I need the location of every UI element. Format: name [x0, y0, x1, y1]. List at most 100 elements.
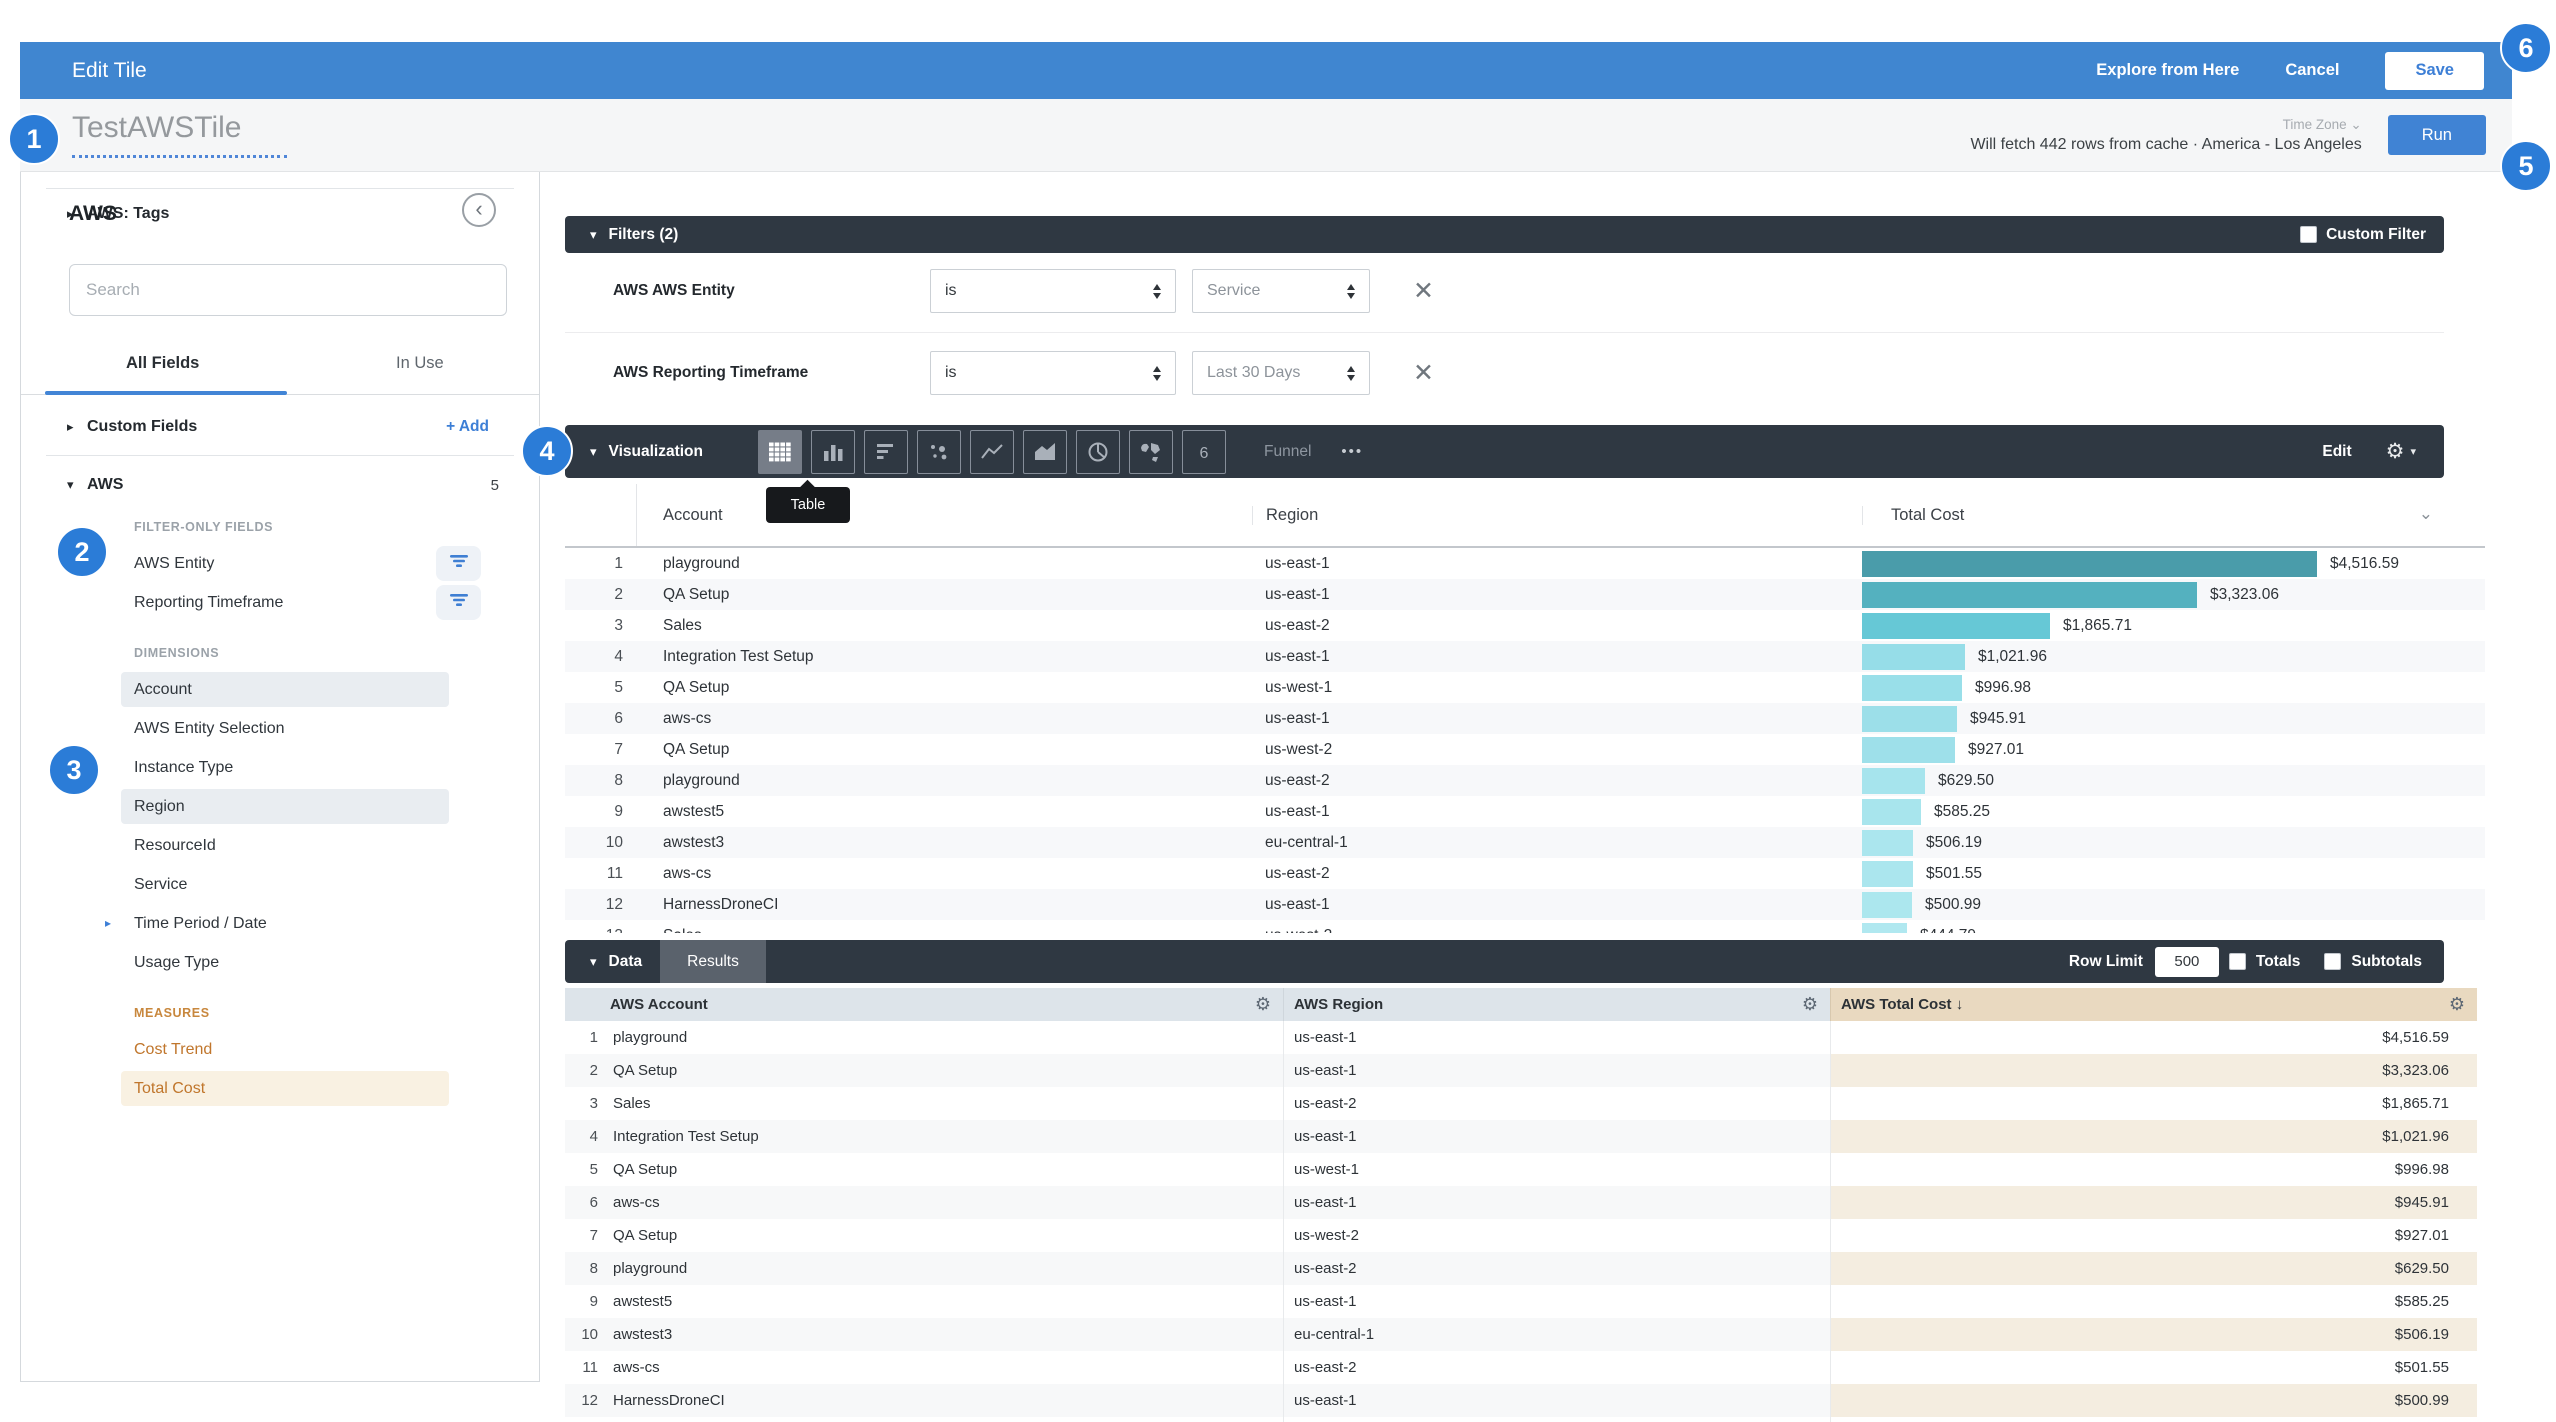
aws-group-row[interactable]: ▾ AWS 5 [21, 464, 539, 506]
table-row[interactable]: 13Salesus-west-2$444.79 [565, 1417, 2477, 1422]
custom-filter-checkbox[interactable] [2300, 226, 2317, 243]
visualization-section-bar[interactable]: ▾ Visualization 6 Funnel ••• Edit ⚙▾ [565, 425, 2444, 478]
viz-settings-button[interactable]: ⚙▾ [2386, 439, 2416, 464]
filter-value-select[interactable]: Last 30 Days [1192, 351, 1370, 395]
viz-type-scatter-plot-icon[interactable] [917, 430, 961, 474]
sidebar-item-aws-entity-selection[interactable]: AWS Entity Selection [21, 709, 539, 748]
viz-type-map-icon[interactable] [1129, 430, 1173, 474]
sidebar-item-time-period-date[interactable]: ▸Time Period / Date [21, 904, 539, 943]
cancel-button[interactable]: Cancel [2285, 61, 2339, 80]
more-viz-types-button[interactable]: ••• [1341, 443, 1363, 460]
table-row[interactable]: 12HarnessDroneCIus-east-1$500.99 [565, 1384, 2477, 1417]
explore-from-here-button[interactable]: Explore from Here [2096, 61, 2239, 80]
data-header-aws-total-cost[interactable]: AWS Total Cost ↓ ⚙ [1830, 988, 2477, 1021]
filter-operator-select[interactable]: is [930, 269, 1176, 313]
viz-type-single-value-icon[interactable]: 6 [1182, 430, 1226, 474]
tab-in-use[interactable]: In Use [396, 354, 444, 373]
cell-total-cost: $4,516.59 [1862, 548, 2485, 579]
collapse-sidebar-button[interactable]: ‹ [462, 193, 496, 227]
viz-type-area-chart-icon[interactable] [1023, 430, 1067, 474]
results-tab[interactable]: Results [660, 940, 766, 983]
filter-operator-select[interactable]: is [930, 351, 1176, 395]
total-cost-value: $506.19 [1926, 834, 1982, 852]
table-row[interactable]: 9awstest5us-east-1$585.25 [565, 796, 2485, 827]
viz-type-column-chart-icon[interactable] [811, 430, 855, 474]
table-row[interactable]: 11aws-csus-east-2$501.55 [565, 858, 2485, 889]
timezone-dropdown[interactable]: Time Zone ⌄ [1970, 117, 2361, 133]
table-row[interactable]: 2QA Setupus-east-1$3,323.06 [565, 579, 2485, 610]
row-number: 1 [565, 1029, 605, 1046]
viz-header-total-cost[interactable]: Total Cost [1862, 506, 2485, 525]
table-row[interactable]: 5QA Setupus-west-1$996.98 [565, 672, 2485, 703]
table-row[interactable]: 5QA Setupus-west-1$996.98 [565, 1153, 2477, 1186]
table-row[interactable]: 4Integration Test Setupus-east-1$1,021.9… [565, 641, 2485, 672]
filter-value-select[interactable]: Service [1192, 269, 1370, 313]
sidebar-item-account[interactable]: Account [21, 670, 539, 709]
row-number: 11 [565, 865, 637, 883]
viz-header-region[interactable]: Region [1252, 506, 1862, 525]
remove-filter-button[interactable]: ✕ [1413, 269, 1434, 313]
row-number: 3 [565, 617, 637, 635]
viz-type-line-chart-icon[interactable] [970, 430, 1014, 474]
viz-type-table-icon[interactable] [758, 430, 802, 474]
table-row[interactable]: 4Integration Test Setupus-east-1$1,021.9… [565, 1120, 2477, 1153]
subtotals-checkbox[interactable] [2324, 953, 2341, 970]
table-row[interactable]: 8playgroundus-east-2$629.50 [565, 765, 2485, 796]
sidebar-item-resourceid[interactable]: ResourceId [21, 826, 539, 865]
save-button[interactable]: Save [2385, 52, 2484, 90]
viz-type-funnel[interactable]: Funnel [1264, 443, 1311, 461]
tab-all-fields[interactable]: All Fields [126, 354, 199, 373]
table-row[interactable]: 1playgroundus-east-1$4,516.59 [565, 1021, 2477, 1054]
sidebar-item-region[interactable]: Region [21, 787, 539, 826]
table-row[interactable]: 10awstest3eu-central-1$506.19 [565, 1318, 2477, 1351]
cell-aws-account: aws-cs [605, 1359, 1283, 1376]
custom-filter-toggle[interactable]: Custom Filter [2300, 226, 2426, 244]
column-menu-chevron-icon[interactable]: ⌄ [2419, 504, 2433, 524]
table-row[interactable]: 12HarnessDroneCIus-east-1$500.99 [565, 889, 2485, 920]
table-row[interactable]: 6aws-csus-east-1$945.91 [565, 1186, 2477, 1219]
gear-icon[interactable]: ⚙ [1255, 994, 1271, 1015]
add-custom-field-button[interactable]: + Add [446, 418, 489, 436]
totals-checkbox[interactable] [2229, 953, 2246, 970]
viz-type-bar-chart-icon[interactable] [864, 430, 908, 474]
table-row[interactable]: 1playgroundus-east-1$4,516.59 [565, 548, 2485, 579]
viz-edit-button[interactable]: Edit [2322, 443, 2351, 461]
table-row[interactable]: 7QA Setupus-west-2$927.01 [565, 1219, 2477, 1252]
remove-filter-button[interactable]: ✕ [1413, 351, 1434, 395]
table-row[interactable]: 8playgroundus-east-2$629.50 [565, 1252, 2477, 1285]
data-section-bar[interactable]: ▾ Data Results Row Limit Totals Subtotal… [565, 940, 2444, 983]
filter-by-field-button[interactable] [436, 585, 481, 620]
table-row[interactable]: 3Salesus-east-2$1,865.71 [565, 610, 2485, 641]
tile-name-input[interactable]: TestAWSTile [72, 111, 241, 145]
sidebar-item-cost-trend[interactable]: Cost Trend [21, 1030, 539, 1069]
sidebar-item-service[interactable]: Service [21, 865, 539, 904]
table-row[interactable]: 3Salesus-east-2$1,865.71 [565, 1087, 2477, 1120]
sidebar-item-usage-type[interactable]: Usage Type [21, 943, 539, 982]
table-row[interactable]: 7QA Setupus-west-2$927.01 [565, 734, 2485, 765]
cell-aws-region: us-east-2 [1283, 1252, 1830, 1285]
filter-by-field-button[interactable] [436, 546, 481, 581]
visualization-section-title: Visualization [609, 443, 703, 461]
custom-fields-row[interactable]: ▸ Custom Fields + Add [21, 406, 539, 448]
total-cost-value: $1,865.71 [2063, 617, 2132, 635]
viz-type-pie-chart-icon[interactable] [1076, 430, 1120, 474]
sidebar-item-reporting-timeframe[interactable]: Reporting Timeframe [21, 583, 539, 622]
table-row[interactable]: 10awstest3eu-central-1$506.19 [565, 827, 2485, 858]
sidebar-item-total-cost[interactable]: Total Cost [21, 1069, 539, 1108]
gear-icon[interactable]: ⚙ [1802, 994, 1818, 1015]
run-button[interactable]: Run [2388, 115, 2486, 155]
data-header-aws-account[interactable]: AWS Account ⚙ [565, 988, 1283, 1021]
search-input[interactable] [69, 264, 507, 316]
table-row[interactable]: 6aws-csus-east-1$945.91 [565, 703, 2485, 734]
data-header-aws-region[interactable]: AWS Region ⚙ [1283, 988, 1830, 1021]
cell-account: aws-cs [637, 710, 1252, 728]
filters-section-bar[interactable]: ▾ Filters (2) Custom Filter [565, 216, 2444, 253]
table-row[interactable]: 13Salesus-west-2$444.79 [565, 920, 2485, 933]
viz-header-account[interactable]: Account [637, 506, 1252, 525]
table-row[interactable]: 11aws-csus-east-2$501.55 [565, 1351, 2477, 1384]
gear-icon[interactable]: ⚙ [2449, 994, 2465, 1015]
table-row[interactable]: 2QA Setupus-east-1$3,323.06 [565, 1054, 2477, 1087]
row-limit-input[interactable] [2155, 947, 2219, 977]
divider [565, 332, 2444, 333]
table-row[interactable]: 9awstest5us-east-1$585.25 [565, 1285, 2477, 1318]
